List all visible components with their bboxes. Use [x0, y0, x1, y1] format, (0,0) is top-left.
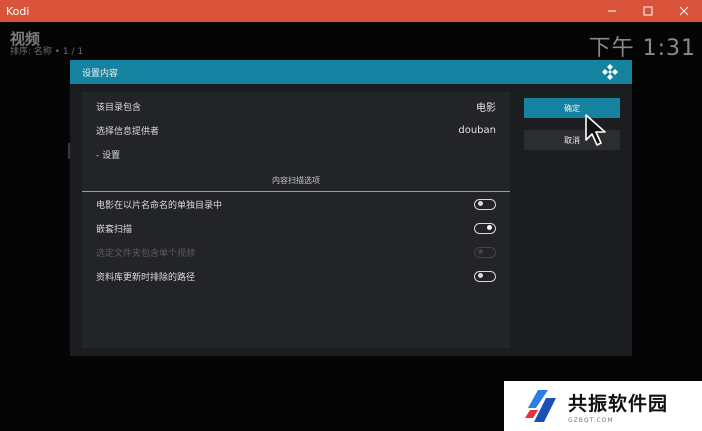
- watermark-url: GZBQT.COM: [568, 416, 614, 424]
- toggle-recursive-scan[interactable]: [474, 222, 496, 234]
- toggle-knob: [478, 201, 483, 206]
- mouse-cursor-icon: [585, 114, 606, 146]
- info-provider-value: douban: [458, 124, 496, 136]
- option-row-single-video: 选定文件夹包含单个视频: [82, 242, 510, 262]
- info-provider-row[interactable]: 选择信息提供者 douban: [82, 120, 510, 140]
- watermark-logo-icon: [525, 390, 556, 422]
- dialog-title: 设置内容: [82, 68, 119, 79]
- option-row-recursive-scan[interactable]: 嵌套扫描: [82, 218, 510, 238]
- scan-options-header: 内容扫描选项: [82, 170, 510, 192]
- option-label: 资料库更新时排除的路径: [96, 272, 196, 283]
- close-icon: [679, 6, 689, 16]
- toggle-knob: [487, 225, 492, 230]
- minimize-button[interactable]: [594, 0, 630, 22]
- sort-info: 排序: 名称 • 1 / 1: [10, 47, 84, 57]
- set-content-dialog: 设置内容 该目录包含 电影 选择信息提供者 douban - 设置 内容扫描选项…: [70, 60, 632, 356]
- clock: 下午 1:31: [588, 36, 696, 61]
- window-titlebar: Kodi: [0, 0, 702, 22]
- provider-settings-label: - 设置: [96, 150, 121, 161]
- maximize-button[interactable]: [630, 0, 666, 22]
- watermark-text: 共振软件园 GZBQT.COM: [568, 389, 668, 424]
- option-label: 电影在以片名命名的单独目录中: [96, 200, 223, 211]
- toggle-single-video: [474, 246, 496, 258]
- content-type-label: 该目录包含: [96, 102, 142, 113]
- option-label: 嵌套扫描: [96, 224, 133, 235]
- option-row-exclude-path[interactable]: 资料库更新时排除的路径: [82, 266, 510, 286]
- toggle-exclude-path[interactable]: [474, 270, 496, 282]
- toggle-separate-folders[interactable]: [474, 198, 496, 210]
- watermark: 共振软件园 GZBQT.COM: [504, 381, 702, 431]
- content-type-value: 电影: [476, 102, 496, 114]
- kodi-logo-icon: [602, 64, 618, 80]
- info-provider-label: 选择信息提供者: [96, 126, 160, 137]
- close-button[interactable]: [666, 0, 702, 22]
- option-row-separate-folders[interactable]: 电影在以片名命名的单独目录中: [82, 194, 510, 214]
- provider-settings-row[interactable]: - 设置: [82, 144, 510, 164]
- toggle-knob: [478, 273, 483, 278]
- option-label: 选定文件夹包含单个视频: [96, 248, 196, 259]
- watermark-name: 共振软件园: [568, 392, 669, 415]
- settings-panel: 该目录包含 电影 选择信息提供者 douban - 设置 内容扫描选项 电影在以…: [82, 92, 510, 348]
- content-type-row[interactable]: 该目录包含 电影: [82, 96, 510, 116]
- dialog-header: 设置内容: [70, 60, 632, 84]
- toggle-knob: [478, 249, 483, 254]
- window-title: Kodi: [6, 4, 30, 18]
- maximize-icon: [643, 6, 653, 16]
- minimize-icon: [608, 10, 616, 12]
